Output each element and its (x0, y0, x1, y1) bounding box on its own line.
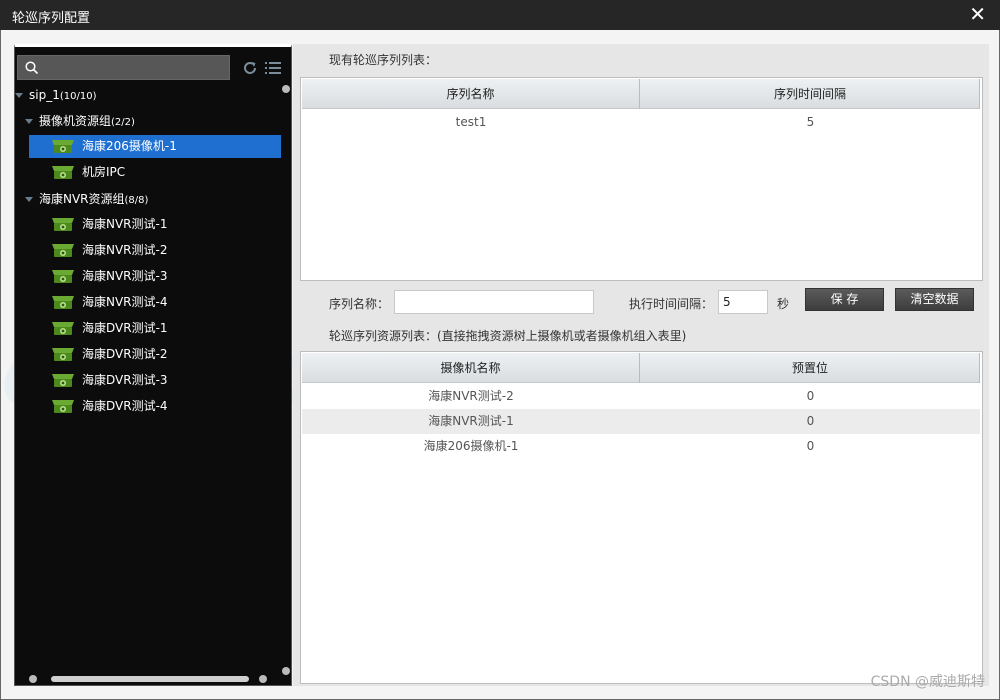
expand-arrow-icon[interactable] (25, 119, 33, 124)
camera-icon (52, 322, 74, 335)
title-bar: 轮巡序列配置 ✕ (0, 0, 1000, 30)
table-header: 摄像机名称 预置位 (302, 353, 980, 383)
camera-icon (52, 296, 74, 309)
resource-tree-panel: sip_1(10/10) 摄像机资源组(2/2) 海康206摄像机-1 机房IP… (14, 44, 292, 686)
camera-icon (52, 270, 74, 283)
preset-cell: 0 (806, 414, 815, 428)
resource-tree: sip_1(10/10) 摄像机资源组(2/2) 海康206摄像机-1 机房IP… (15, 83, 285, 679)
resource-list-label: 轮巡序列资源列表：(直接拖拽资源树上摄像机或者摄像机组入表里) (329, 329, 687, 343)
camera-label: 海康206摄像机-1 (82, 139, 177, 153)
group-count: (2/2) (111, 117, 135, 128)
tree-camera-item[interactable]: 机房IPC (29, 161, 281, 184)
camera-icon (52, 374, 74, 387)
camera-icon (52, 140, 74, 153)
tree-camera-item[interactable]: 海康NVR测试-4 (29, 291, 281, 314)
camera-label: 海康DVR测试-1 (82, 321, 168, 335)
table-row[interactable]: 海康NVR测试-1 0 (302, 409, 980, 434)
preset-cell: 0 (806, 389, 815, 403)
table-row[interactable]: 海康206摄像机-1 0 (302, 434, 980, 459)
expand-arrow-icon[interactable] (25, 197, 33, 202)
camera-icon (52, 166, 74, 179)
camera-name-cell: 海康NVR测试-1 (428, 414, 514, 428)
tree-search-input[interactable] (17, 55, 230, 80)
camera-name-cell: 海康NVR测试-2 (428, 389, 514, 403)
window-title: 轮巡序列配置 (12, 11, 91, 26)
tree-camera-item[interactable]: 海康NVR测试-3 (29, 265, 281, 288)
scroll-left-icon[interactable] (29, 675, 37, 683)
interval-input[interactable] (718, 290, 768, 314)
tree-root-node[interactable]: sip_1(10/10) (15, 83, 96, 107)
sequence-name-label: 序列名称： (329, 297, 390, 311)
save-button[interactable]: 保 存 (805, 288, 884, 311)
close-icon[interactable]: ✕ (969, 3, 986, 25)
camera-label: 海康NVR测试-2 (82, 243, 168, 257)
tree-group-nvr[interactable]: 海康NVR资源组(8/8) (25, 187, 148, 211)
tree-camera-item[interactable]: 海康NVR测试-1 (29, 213, 281, 236)
camera-label: 机房IPC (82, 165, 126, 179)
table-header: 序列名称 序列时间间隔 (302, 79, 980, 109)
search-icon (25, 61, 39, 75)
camera-icon (52, 244, 74, 257)
tree-camera-item[interactable]: 海康NVR测试-2 (29, 239, 281, 262)
scroll-down-icon[interactable] (282, 667, 290, 675)
camera-icon (52, 218, 74, 231)
sequence-config-panel: 现有轮巡序列列表： 序列名称 序列时间间隔 test1 5 序列名称： 执行时间… (293, 44, 989, 686)
tree-root-count: (10/10) (59, 91, 97, 102)
scrollbar-thumb[interactable] (51, 676, 249, 682)
tree-camera-item[interactable]: 海康DVR测试-3 (29, 369, 281, 392)
expand-arrow-icon[interactable] (15, 93, 23, 98)
group-label: 海康NVR资源组 (39, 192, 125, 206)
tree-camera-item[interactable]: 海康DVR测试-4 (29, 395, 281, 418)
column-header[interactable]: 预置位 (641, 353, 980, 383)
interval-unit: 秒 (777, 297, 790, 311)
column-header[interactable]: 序列名称 (302, 79, 640, 109)
tree-group-camera[interactable]: 摄像机资源组(2/2) (25, 109, 135, 133)
group-count: (8/8) (124, 195, 149, 206)
footer-credit: CSDN @威迪斯特 (870, 674, 985, 690)
group-label: 摄像机资源组 (39, 114, 112, 128)
tree-horizontal-scrollbar[interactable] (29, 674, 269, 684)
refresh-icon[interactable] (242, 60, 258, 76)
sequence-name-cell: test1 (455, 115, 487, 129)
sequence-form: 序列名称： 执行时间间隔： 秒 保 存 清空数据 (293, 288, 989, 320)
camera-icon (52, 400, 74, 413)
tree-root-label: sip_1 (29, 88, 60, 102)
camera-label: 海康NVR测试-4 (82, 295, 168, 309)
column-header[interactable]: 摄像机名称 (302, 353, 640, 383)
preset-cell: 0 (806, 439, 815, 453)
column-header[interactable]: 序列时间间隔 (641, 79, 980, 109)
table-row[interactable]: test1 5 (302, 110, 980, 135)
sequence-table: 序列名称 序列时间间隔 test1 5 (300, 77, 983, 281)
dialog-body: ei, vidisit.cn , vi sip_1(10/10) 摄像机资源组(… (0, 30, 1000, 700)
list-view-icon[interactable] (265, 61, 281, 75)
sequence-name-input[interactable] (394, 290, 594, 314)
tree-camera-item[interactable]: 海康206摄像机-1 (29, 135, 281, 158)
table-row[interactable]: 海康NVR测试-2 0 (302, 384, 980, 409)
scroll-up-icon[interactable] (282, 85, 290, 93)
sequence-interval-cell: 5 (806, 115, 815, 129)
camera-icon (52, 348, 74, 361)
tree-camera-item[interactable]: 海康DVR测试-2 (29, 343, 281, 366)
clear-data-button[interactable]: 清空数据 (895, 288, 974, 311)
camera-label: 海康DVR测试-2 (82, 347, 168, 361)
tree-camera-item[interactable]: 海康DVR测试-1 (29, 317, 281, 340)
sequence-list-label: 现有轮巡序列列表： (329, 53, 438, 67)
camera-name-cell: 海康206摄像机-1 (423, 439, 519, 453)
camera-label: 海康DVR测试-3 (82, 373, 168, 387)
scroll-right-icon[interactable] (259, 675, 267, 683)
resource-table: 摄像机名称 预置位 海康NVR测试-2 0 海康NVR测试-1 0 海康206摄… (300, 351, 983, 684)
tree-vertical-scrollbar[interactable] (281, 85, 291, 675)
interval-label: 执行时间间隔： (629, 297, 714, 311)
camera-label: 海康NVR测试-3 (82, 269, 168, 283)
camera-label: 海康NVR测试-1 (82, 217, 168, 231)
camera-label: 海康DVR测试-4 (82, 399, 168, 413)
